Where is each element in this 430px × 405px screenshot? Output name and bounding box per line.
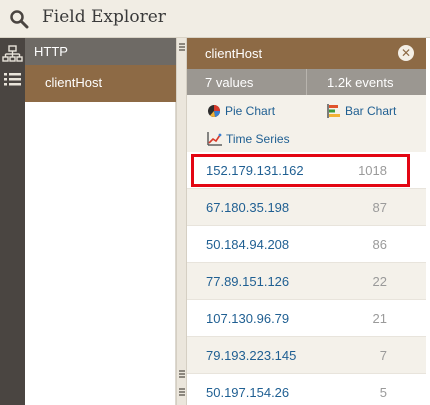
category-item-clienthost[interactable]: clientHost xyxy=(25,65,176,102)
value-count: 5 xyxy=(379,385,387,400)
hierarchy-icon[interactable] xyxy=(2,44,23,64)
value-ip[interactable]: 152.179.131.162 xyxy=(206,163,304,178)
events-count: 1.2k events xyxy=(327,75,394,90)
value-count: 1018 xyxy=(358,163,387,178)
drag-handle-icon[interactable] xyxy=(179,370,185,378)
bar-chart-link[interactable]: Bar Chart xyxy=(327,104,396,118)
field-name: clientHost xyxy=(205,46,263,61)
field-detail-panel: clientHost ✕ 7 values 1.2k events Pie Ch… xyxy=(187,38,426,405)
value-count: 22 xyxy=(372,274,387,289)
time-series-label: Time Series xyxy=(226,132,290,146)
value-ip[interactable]: 67.180.35.198 xyxy=(206,200,289,215)
chart-links: Pie Chart Bar Chart Time Series xyxy=(187,95,426,152)
value-row[interactable]: 50.197.154.26 5 xyxy=(187,374,426,405)
panel-splitter[interactable] xyxy=(176,38,187,405)
value-count: 21 xyxy=(372,311,387,326)
values-count: 7 values xyxy=(205,75,254,90)
value-count: 86 xyxy=(372,237,387,252)
value-row[interactable]: 107.130.96.79 21 xyxy=(187,300,426,337)
bar-chart-label: Bar Chart xyxy=(345,104,397,118)
time-series-icon xyxy=(207,132,222,146)
pie-chart-label: Pie Chart xyxy=(225,104,276,118)
field-detail-header: clientHost ✕ xyxy=(187,38,426,69)
value-ip[interactable]: 77.89.151.126 xyxy=(206,274,289,289)
value-list: 152.179.131.162 1018 67.180.35.198 87 50… xyxy=(187,152,426,405)
value-count: 7 xyxy=(379,348,387,363)
value-row[interactable]: 67.180.35.198 87 xyxy=(187,189,426,226)
category-group-http[interactable]: HTTP xyxy=(25,38,176,65)
stats-divider xyxy=(306,69,307,95)
value-ip[interactable]: 50.197.154.26 xyxy=(206,385,289,400)
list-icon[interactable] xyxy=(2,70,23,90)
pie-chart-icon xyxy=(208,105,220,117)
search-icon[interactable] xyxy=(9,9,29,29)
time-series-link[interactable]: Time Series xyxy=(207,132,290,146)
value-row[interactable]: 79.193.223.145 7 xyxy=(187,337,426,374)
value-ip[interactable]: 107.130.96.79 xyxy=(206,311,289,326)
header-bar: Field Explorer xyxy=(0,0,430,38)
value-ip[interactable]: 50.184.94.208 xyxy=(206,237,289,252)
category-list: HTTP clientHost xyxy=(25,38,176,405)
close-icon[interactable]: ✕ xyxy=(398,45,414,61)
pie-chart-link[interactable]: Pie Chart xyxy=(207,104,275,118)
value-row[interactable]: 152.179.131.162 1018 xyxy=(187,152,426,189)
field-stats: 7 values 1.2k events xyxy=(187,69,426,95)
drag-handle-icon[interactable] xyxy=(179,43,185,51)
value-row[interactable]: 77.89.151.126 22 xyxy=(187,263,426,300)
value-row[interactable]: 50.184.94.208 86 xyxy=(187,226,426,263)
left-rail xyxy=(0,38,25,405)
page-title: Field Explorer xyxy=(42,7,166,27)
bar-chart-icon xyxy=(327,104,340,118)
drag-handle-icon[interactable] xyxy=(179,388,185,396)
value-count: 87 xyxy=(372,200,387,215)
value-ip[interactable]: 79.193.223.145 xyxy=(206,348,296,363)
